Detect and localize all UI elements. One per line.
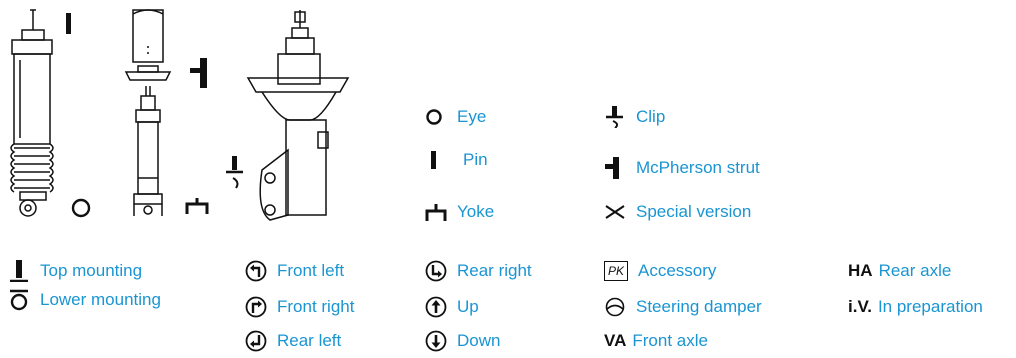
legend-label-rear-left: Rear left	[277, 331, 342, 350]
legend-label-top-mounting: Top mounting	[40, 261, 143, 280]
legend-label-clip: Clip	[636, 107, 666, 126]
legend-item-lower-mounting: Lower mounting	[8, 287, 161, 313]
legend-item-rear-right: Rear right	[425, 258, 532, 284]
shock-absorber-2-drawing	[124, 9, 172, 216]
turn-left-arrow-icon	[245, 260, 267, 282]
down-arrow-icon	[425, 330, 447, 352]
shock-absorber-1-drawing	[10, 9, 54, 217]
rear-axle-abbr: HA	[848, 261, 873, 280]
up-arrow-icon	[425, 296, 447, 318]
legend-item-rear-left: Rear left	[245, 328, 341, 354]
turn-right-arrow-icon	[245, 296, 267, 318]
legend-page: Eye Pin Yoke Clip McPherson strut Specia…	[0, 0, 1016, 358]
legend-item-in-preparation: i.V. In preparation	[848, 294, 983, 320]
clip-icon	[606, 106, 623, 128]
mcpherson-strut-drawing	[246, 10, 350, 221]
legend-item-top-mounting: Top mounting	[8, 258, 142, 284]
legend-label-rear-axle: Rear axle	[878, 261, 952, 280]
legend-label-rear-right: Rear right	[457, 261, 532, 280]
top-mounting-icon	[10, 260, 28, 282]
eye-icon	[426, 109, 442, 125]
cross-icon	[605, 205, 625, 219]
legend-item-front-axle: VA Front axle	[604, 328, 708, 354]
yoke-icon	[425, 204, 447, 221]
legend-label-lower-mounting: Lower mounting	[40, 290, 161, 309]
legend-item-clip: Clip	[604, 104, 665, 130]
legend-item-special: Special version	[604, 199, 751, 225]
legend-item-yoke: Yoke	[425, 199, 494, 225]
legend-item-down: Down	[425, 328, 500, 354]
legend-label-mcpherson: McPherson strut	[636, 158, 760, 177]
legend-item-front-left: Front left	[245, 258, 344, 284]
pin-icon	[431, 151, 436, 169]
legend-label-down: Down	[457, 331, 501, 350]
legend-label-in-preparation: In preparation	[877, 297, 983, 316]
legend-label-steering-damper: Steering damper	[636, 297, 762, 316]
steering-damper-icon	[605, 297, 625, 317]
legend-item-steering-damper: Steering damper	[604, 294, 762, 320]
legend-label-yoke: Yoke	[457, 202, 495, 221]
front-axle-abbr: VA	[604, 331, 627, 350]
legend-item-pin: Pin	[425, 147, 488, 173]
legend-item-eye: Eye	[425, 104, 486, 130]
legend-item-rear-axle: HA Rear axle	[848, 258, 951, 284]
legend-item-mcpherson: McPherson strut	[604, 155, 760, 181]
legend-label-accessory: Accessory	[638, 261, 717, 280]
legend-label-front-left: Front left	[277, 261, 345, 280]
lower-mounting-icon	[10, 289, 28, 311]
return-left-arrow-icon	[245, 330, 267, 352]
accessory-icon: PK	[604, 261, 628, 281]
legend-label-special: Special version	[636, 202, 752, 221]
legend-item-accessory: PK Accessory	[604, 258, 716, 284]
legend-item-front-right: Front right	[245, 294, 354, 320]
return-right-arrow-icon	[425, 260, 447, 282]
legend-label-front-right: Front right	[277, 297, 355, 316]
legend-label-up: Up	[457, 297, 479, 316]
in-preparation-abbr: i.V.	[848, 297, 872, 316]
legend-item-up: Up	[425, 294, 479, 320]
legend-label-front-axle: Front axle	[632, 331, 708, 350]
legend-label-eye: Eye	[457, 107, 487, 126]
legend-label-pin: Pin	[463, 150, 488, 169]
mcpherson-strut-icon	[605, 157, 619, 179]
